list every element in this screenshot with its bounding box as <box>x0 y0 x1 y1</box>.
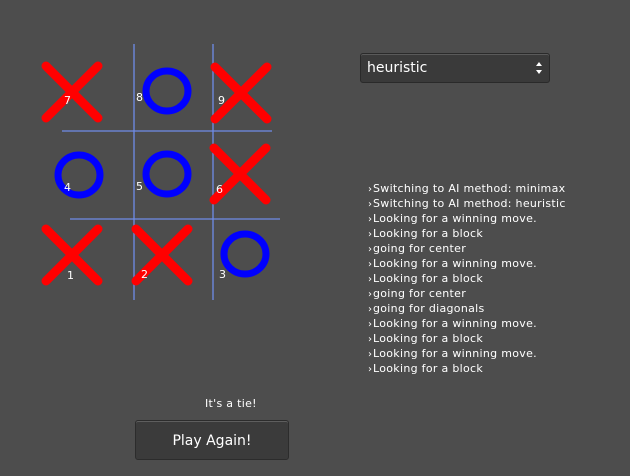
board-cell[interactable] <box>129 134 205 214</box>
play-again-button[interactable]: Play Again! <box>135 420 289 460</box>
log-line: Looking for a block <box>368 271 628 286</box>
cell-number-label: 3 <box>219 268 226 281</box>
game-window: 7 8 9 4 5 6 1 2 3 heuristic Switching to AI meth… <box>0 0 630 476</box>
log-line: going for center <box>368 286 628 301</box>
up-down-arrows-icon <box>536 62 542 74</box>
cell-number-label: 4 <box>64 181 71 194</box>
log-line: Looking for a winning move. <box>368 211 628 226</box>
log-line: going for center <box>368 241 628 256</box>
log-line: Looking for a winning move. <box>368 256 628 271</box>
log-line: Switching to AI method: heuristic <box>368 196 628 211</box>
board-cell[interactable] <box>34 52 110 132</box>
ai-method-selected-value: heuristic <box>367 60 428 76</box>
ai-log: Switching to AI method: minimaxSwitching… <box>368 181 628 376</box>
board-cell[interactable] <box>207 214 283 294</box>
cell-number-label: 7 <box>64 94 71 107</box>
log-line: going for diagonals <box>368 301 628 316</box>
board-cell[interactable] <box>203 53 279 133</box>
game-status-text: It's a tie! <box>205 397 257 410</box>
board-cell[interactable] <box>202 134 278 214</box>
ai-method-select[interactable]: heuristic <box>360 53 550 83</box>
board-cell[interactable] <box>34 215 110 295</box>
log-line: Looking for a block <box>368 226 628 241</box>
cell-number-label: 9 <box>218 94 225 107</box>
log-line: Looking for a winning move. <box>368 316 628 331</box>
log-line: Looking for a block <box>368 331 628 346</box>
log-line: Looking for a block <box>368 361 628 376</box>
cell-number-label: 1 <box>67 269 74 282</box>
cell-number-label: 6 <box>216 183 223 196</box>
log-line: Looking for a winning move. <box>368 346 628 361</box>
log-line: Switching to AI method: minimax <box>368 181 628 196</box>
cell-number-label: 2 <box>141 268 148 281</box>
cell-number-label: 8 <box>136 91 143 104</box>
board-cell[interactable] <box>124 215 200 295</box>
cell-number-label: 5 <box>136 180 143 193</box>
board-cell[interactable] <box>41 135 117 215</box>
